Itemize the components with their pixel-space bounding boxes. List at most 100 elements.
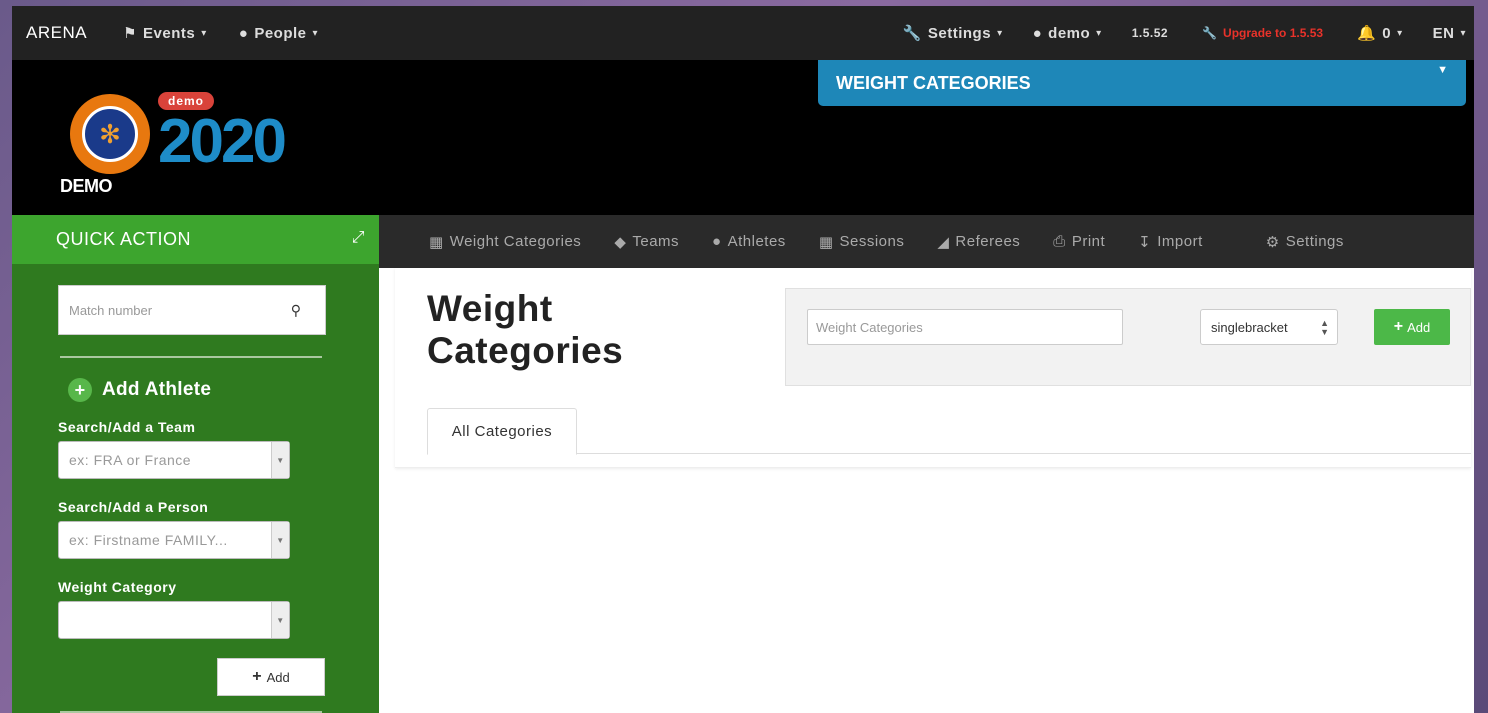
megaphone-icon: ◢ [937, 233, 950, 251]
nav-label: Athletes [727, 233, 786, 250]
dropdown-arrow-icon[interactable]: ▼ [271, 602, 289, 638]
quick-action-sidebar: QUICK ACTION ⤢ Match number ⚲ + Add Athl… [12, 215, 379, 713]
updown-arrow-icon: ▲ ▼ [1320, 318, 1329, 337]
settings-menu[interactable]: 🔧 Settings ▾ [902, 24, 1003, 43]
team-placeholder: ex: FRA or France [69, 452, 192, 468]
collapse-icon[interactable]: ⤢ [352, 229, 365, 247]
caret-down-icon: ▾ [201, 27, 207, 39]
briefcase-icon: ▦ [429, 233, 444, 251]
people-menu[interactable]: ● People ▾ [239, 25, 318, 42]
version-label: 1.5.52 [1131, 26, 1169, 40]
gear-icon: ⚙ [1265, 233, 1280, 251]
search-icon[interactable]: ⚲ [291, 302, 301, 319]
bracket-type-select[interactable]: singlebracket ▲ ▼ [1200, 309, 1338, 345]
nav-label: Teams [632, 233, 680, 250]
logo-demo-text: DEMO [60, 176, 113, 196]
quick-action-header: QUICK ACTION ⤢ [12, 215, 379, 264]
team-label: Search/Add a Team [58, 419, 196, 435]
nav-label: Settings [1285, 233, 1344, 250]
nav-weight-categories[interactable]: ▦ Weight Categories [429, 233, 581, 251]
tab-all-categories[interactable]: All Categories [427, 408, 577, 455]
tags-icon: ◆ [614, 233, 627, 251]
top-navbar: ARENA ⚑ Events ▾ ● People ▾ 🔧 Settings ▾… [12, 6, 1474, 60]
plus-icon: + [252, 668, 262, 685]
add-athlete-label: Add Athlete [102, 379, 212, 400]
person-placeholder: ex: Firstname FAMILY... [69, 532, 228, 548]
event-logo: ✻ [70, 94, 150, 174]
dropdown-arrow-icon[interactable]: ▼ [271, 522, 289, 558]
nav-label: Weight Categories [449, 233, 582, 250]
bookmark-icon: ⚑ [123, 25, 138, 42]
event-year: 2020 [158, 107, 287, 176]
user-label: demo [1048, 24, 1091, 42]
nav-label: Print [1071, 233, 1106, 250]
user-icon: ● [238, 24, 249, 42]
main-content: Weight Categories Weight Categories sing… [379, 268, 1474, 713]
caret-down-icon: ▾ [1397, 27, 1403, 39]
upgrade-link[interactable]: 🔧 Upgrade to 1.5.53 [1202, 26, 1323, 40]
wrench-icon: 🔧 [1202, 26, 1218, 40]
upgrade-label: Upgrade to 1.5.53 [1223, 26, 1324, 40]
category-name-input[interactable]: Weight Categories [807, 309, 1123, 345]
caret-down-icon: ▾ [1460, 27, 1466, 39]
category-tabs: All Categories [427, 408, 1471, 455]
section-navbar: ▦ Weight Categories ◆ Teams ● Athletes ▦… [379, 215, 1474, 268]
people-label: People [254, 24, 307, 42]
user-icon: ● [1032, 24, 1043, 42]
match-number-placeholder: Match number [69, 302, 153, 318]
category-name-placeholder: Weight Categories [816, 319, 923, 335]
bell-icon: 🔔 [1357, 25, 1377, 42]
events-label: Events [143, 24, 196, 42]
add-button-label: Add [266, 669, 290, 685]
match-number-input[interactable]: Match number ⚲ [58, 285, 326, 335]
banner-title: WEIGHT CATEGORIES [836, 72, 1031, 93]
plus-circle-icon: + [68, 378, 92, 402]
add-category-button[interactable]: + Add [1374, 309, 1450, 345]
nav-teams[interactable]: ◆ Teams [614, 233, 679, 251]
nav-label: Import [1157, 233, 1203, 250]
user-icon: ● [712, 233, 722, 250]
caret-down-icon: ▾ [312, 27, 319, 39]
divider [60, 356, 322, 358]
top-navbar-right: 🔧 Settings ▾ ● demo ▾ 1.5.52 🔧 Upgrade t… [902, 24, 1474, 43]
wrench-icon: 🔧 [902, 25, 922, 42]
nav-print[interactable]: ⎙ Print [1053, 233, 1105, 250]
person-label: Search/Add a Person [58, 499, 209, 515]
tab-label: All Categories [451, 423, 553, 440]
page-title-line2: Categories [427, 330, 624, 371]
dropdown-arrow-icon[interactable]: ▼ [271, 442, 289, 478]
quick-action-title: QUICK ACTION [56, 229, 192, 249]
nav-settings[interactable]: ⚙ Settings [1266, 233, 1344, 251]
caret-down-icon: ▾ [997, 27, 1003, 39]
plus-icon: + [1393, 318, 1404, 335]
person-select[interactable]: ex: Firstname FAMILY... ▼ [58, 521, 290, 559]
weight-categories-banner[interactable]: WEIGHT CATEGORIES ▼ [818, 60, 1466, 106]
categories-card: Weight Categories Weight Categories sing… [395, 268, 1471, 468]
team-select[interactable]: ex: FRA or France ▼ [58, 441, 290, 479]
add-athlete-button[interactable]: + Add [217, 658, 325, 696]
settings-label: Settings [927, 24, 992, 42]
nav-sessions[interactable]: ▦ Sessions [819, 233, 905, 251]
language-menu[interactable]: EN ▾ [1433, 25, 1466, 42]
language-label: EN [1432, 24, 1455, 42]
header-band: ✻ demo 2020 DEMO WEIGHT CATEGORIES ▼ [12, 60, 1474, 215]
brand-link[interactable]: ARENA [12, 23, 123, 43]
calendar-icon: ▦ [818, 233, 834, 251]
nav-label: Sessions [839, 233, 905, 250]
caret-down-icon: ▾ [1096, 27, 1102, 39]
events-menu[interactable]: ⚑ Events ▾ [123, 24, 207, 43]
notifications-menu[interactable]: 🔔 0 ▾ [1357, 24, 1403, 43]
chevron-down-icon[interactable]: ▼ [1437, 64, 1448, 76]
import-icon: ↧ [1138, 233, 1152, 251]
page-title: Weight Categories [427, 288, 623, 372]
nav-import[interactable]: ↧ Import [1138, 233, 1203, 251]
weight-category-label: Weight Category [58, 579, 177, 595]
nav-label: Referees [955, 233, 1021, 250]
user-menu[interactable]: ● demo ▾ [1033, 25, 1102, 42]
nav-referees[interactable]: ◢ Referees [937, 233, 1020, 251]
weight-category-select[interactable]: ▼ [58, 601, 290, 639]
nav-athletes[interactable]: ● Athletes [712, 233, 786, 250]
notifications-count: 0 [1382, 24, 1392, 42]
bracket-type-value: singlebracket [1211, 319, 1288, 335]
add-athlete-heading: + Add Athlete [68, 378, 211, 402]
